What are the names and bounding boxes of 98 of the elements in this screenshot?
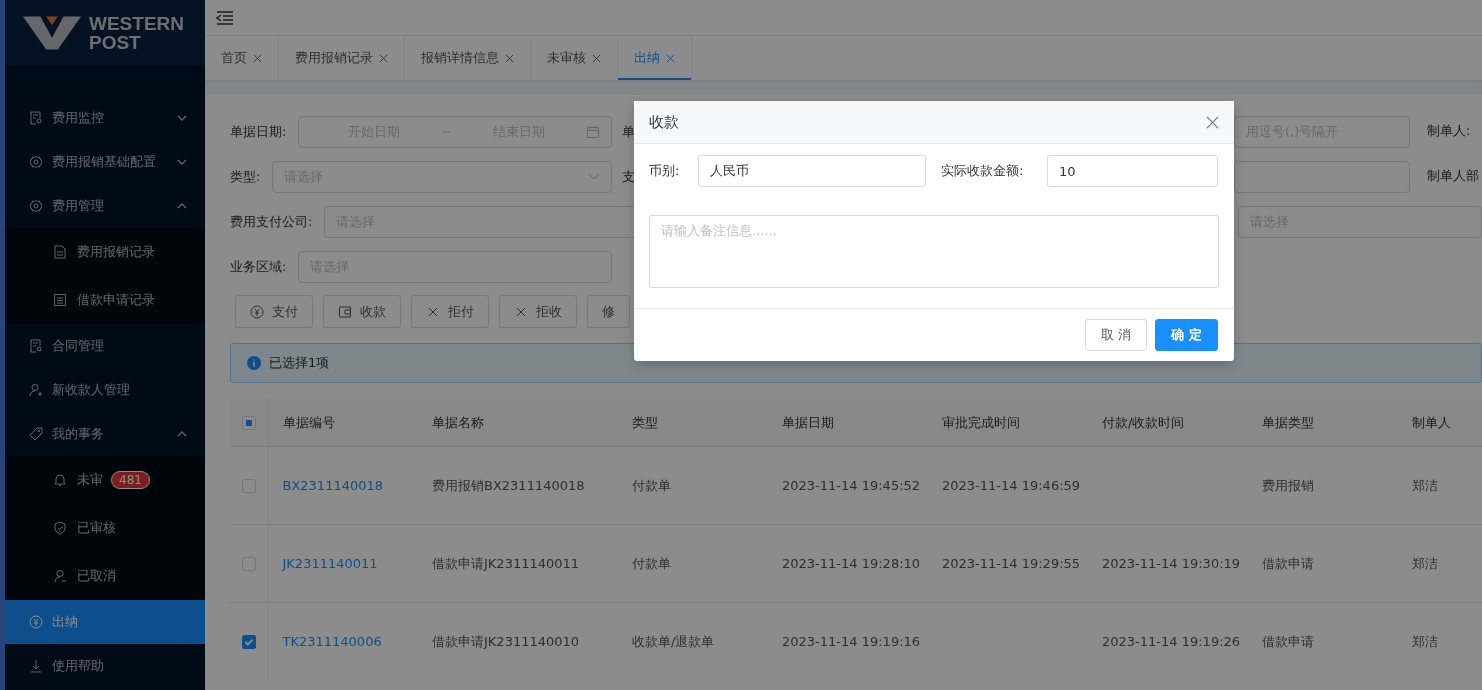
- table-cell: 借款申请: [1248, 524, 1398, 603]
- filter-label: 支: [622, 167, 635, 186]
- filter-label: 业务区域:: [230, 257, 287, 276]
- close-icon[interactable]: [379, 53, 388, 63]
- table-cell: 收款单/退款单: [618, 602, 768, 680]
- column-header: 单据编号: [268, 399, 418, 447]
- page-tab[interactable]: 报销详情信息: [405, 36, 531, 80]
- chevron-up-icon[interactable]: [177, 431, 187, 437]
- page-tab[interactable]: 费用报销记录: [279, 36, 405, 80]
- sidebar-subitem[interactable]: 借款申请记录: [5, 276, 205, 324]
- document-icon: [29, 339, 43, 353]
- alert-text: 已选择1项: [269, 354, 330, 372]
- table-cell: 付款单: [618, 446, 768, 525]
- user-plus-icon: [29, 383, 43, 397]
- select-all-checkbox[interactable]: [242, 416, 256, 431]
- sidebar-item[interactable]: 我的事务: [5, 412, 205, 456]
- chevron-up-icon[interactable]: [177, 203, 187, 209]
- table-cell: 郑洁: [1398, 524, 1482, 603]
- table-cell: 借款申请JK2311140010: [418, 602, 618, 680]
- remark-field[interactable]: 请输入备注信息......: [649, 215, 1219, 288]
- sidebar-item[interactable]: 新收款人管理: [5, 368, 205, 412]
- cancel-button[interactable]: 取 消: [1085, 319, 1148, 351]
- calendar-icon: [585, 124, 600, 139]
- filter-label: 单: [622, 122, 635, 141]
- action-button[interactable]: 修: [587, 295, 630, 328]
- table-cell: 2023-11-14 19:45:52: [768, 446, 928, 525]
- list-icon: [53, 293, 67, 307]
- table-cell: 2023-11-14 19:29:55: [928, 524, 1088, 603]
- filter-label: 单据日期:: [230, 122, 287, 141]
- table-cell: 借款申请: [1248, 602, 1398, 680]
- file-icon: [53, 245, 67, 259]
- action-button[interactable]: 支付: [235, 295, 313, 328]
- sidebar-subitem[interactable]: 已取消: [5, 552, 205, 600]
- table-cell: 2023-11-14 19:30:19: [1088, 524, 1248, 603]
- document-icon: [29, 111, 43, 125]
- table-cell: 费用报销: [1248, 446, 1398, 525]
- table-cell: 2023-11-14 19:19:16: [768, 602, 928, 680]
- sidebar-item[interactable]: 出纳: [5, 600, 205, 644]
- action-button[interactable]: 拒收: [499, 295, 577, 328]
- sidebar-item[interactable]: 合同管理: [5, 324, 205, 368]
- table-cell: 2023-11-14 19:28:10: [768, 524, 928, 603]
- close-icon[interactable]: [1206, 115, 1219, 129]
- table-cell: 郑洁: [1398, 602, 1482, 680]
- filter-label: 制单人:: [1426, 123, 1472, 140]
- yen-coin-icon: [29, 615, 43, 629]
- wallet-icon: [338, 304, 352, 319]
- row-checkbox[interactable]: [242, 635, 256, 650]
- sidebar-item[interactable]: 费用报销基础配置: [5, 140, 205, 184]
- field-label: 实际收款金额:: [941, 162, 1025, 180]
- table-cell: 2023-11-14 19:19:26: [1088, 602, 1248, 680]
- table-cell: 郑洁: [1398, 446, 1482, 525]
- gear-icon: [29, 155, 43, 169]
- user-icon: [53, 569, 67, 583]
- filter-label: 类型:: [230, 167, 261, 186]
- chevron-down-icon[interactable]: [177, 115, 187, 121]
- close-icon[interactable]: [592, 53, 601, 63]
- table-cell: 2023-11-14 19:46:59: [928, 446, 1088, 525]
- confirm-button[interactable]: 确 定: [1155, 319, 1218, 351]
- sidebar-subitem[interactable]: 未审 481: [5, 456, 205, 504]
- document-number-link[interactable]: BX2311140018: [282, 478, 384, 493]
- chevron-down-icon: [588, 173, 600, 180]
- sidebar-item[interactable]: 使用帮助: [5, 644, 205, 688]
- menu-fold-icon[interactable]: [216, 10, 234, 25]
- logo-mark-icon: [23, 15, 81, 50]
- bell-icon: [53, 473, 67, 487]
- download-icon: [29, 659, 43, 673]
- sidebar-subitem[interactable]: 已审核: [5, 504, 205, 552]
- sidebar-item[interactable]: 费用监控: [5, 96, 205, 140]
- info-icon: [247, 356, 261, 370]
- logo-text: WESTERN POST: [89, 13, 184, 52]
- field-label: 币别:: [649, 162, 681, 180]
- amount-field[interactable]: 10: [1047, 155, 1218, 187]
- shield-icon: [53, 521, 67, 535]
- page-tab[interactable]: 出纳: [618, 36, 692, 80]
- filter-label: 制单人部: [1426, 168, 1480, 185]
- table-cell: 付款单: [618, 524, 768, 603]
- chevron-down-icon[interactable]: [177, 159, 187, 165]
- currency-field[interactable]: 人民币: [698, 155, 926, 187]
- sidebar-item[interactable]: 费用管理: [5, 184, 205, 228]
- document-number-link[interactable]: TK2311140006: [282, 634, 382, 649]
- count-badge: 481: [111, 471, 150, 489]
- filter-label: 费用支付公司:: [230, 212, 313, 231]
- close-icon[interactable]: [253, 53, 262, 63]
- gear-icon: [29, 199, 43, 213]
- sidebar-subitem[interactable]: 费用报销记录: [5, 228, 205, 276]
- close-icon[interactable]: [505, 53, 514, 63]
- page-tab[interactable]: 未审核: [531, 36, 618, 80]
- tag-icon: [29, 427, 43, 441]
- table-cell: 借款申请JK2311140011: [418, 524, 618, 603]
- page-tab[interactable]: 首页: [205, 36, 279, 80]
- dialog-title: 收款: [649, 112, 679, 132]
- action-button[interactable]: 拒付: [411, 295, 489, 328]
- table-cell: 费用报销BX2311140018: [418, 446, 618, 525]
- yen-coin-icon: [250, 304, 264, 319]
- action-button[interactable]: 收款: [323, 295, 401, 328]
- document-number-link[interactable]: JK2311140011: [282, 556, 378, 571]
- close-icon[interactable]: [666, 53, 675, 63]
- input-field[interactable]: [1234, 160, 1410, 193]
